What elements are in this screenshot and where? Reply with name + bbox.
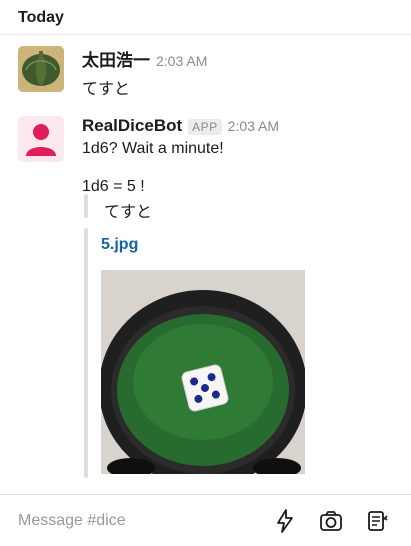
attachment-bar	[84, 228, 88, 478]
dice-photo-image[interactable]	[101, 270, 305, 474]
pumpkin-avatar-icon[interactable]	[18, 46, 64, 92]
quote-text: てすと	[104, 204, 153, 221]
timestamp[interactable]: 2:03 AM	[156, 53, 207, 69]
app-badge: APP	[188, 119, 222, 135]
person-avatar-icon[interactable]	[18, 116, 64, 162]
clipboard-icon[interactable]	[364, 508, 390, 534]
composer-divider	[0, 494, 411, 495]
username[interactable]: 太田浩一	[82, 46, 150, 71]
divider	[0, 34, 411, 35]
username[interactable]: RealDiceBot	[82, 116, 182, 136]
message-input[interactable]: Message #dice	[18, 512, 126, 530]
lightning-icon[interactable]	[272, 508, 298, 534]
quote-bar	[84, 194, 88, 218]
dice-result: 1d6 = 5 !	[82, 178, 145, 195]
camera-icon[interactable]	[318, 508, 344, 534]
attachment-link[interactable]: 5.jpg	[101, 236, 138, 254]
timestamp[interactable]: 2:03 AM	[228, 118, 279, 134]
message-2: RealDiceBot APP 2:03 AM 1d6? Wait a minu…	[18, 116, 401, 486]
message-text: てすと	[82, 81, 131, 98]
day-header: Today	[18, 9, 64, 26]
message-text: 1d6? Wait a minute!	[82, 140, 224, 157]
message-1: 太田浩一 2:03 AM てすと	[18, 46, 401, 106]
